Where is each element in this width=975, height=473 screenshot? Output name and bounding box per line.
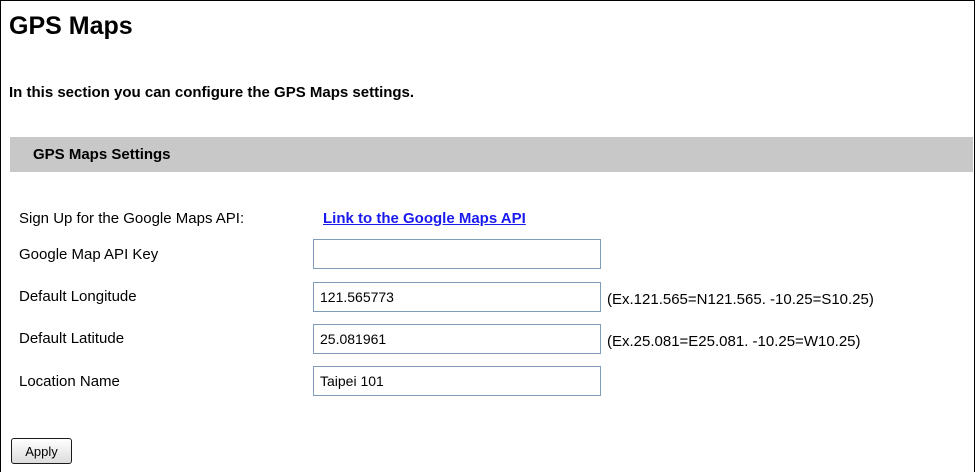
latitude-label: Default Latitude	[19, 330, 125, 347]
location-name-input[interactable]	[313, 366, 601, 396]
latitude-input[interactable]	[313, 324, 601, 354]
google-maps-api-link[interactable]: Link to the Google Maps API	[323, 210, 526, 227]
api-key-input[interactable]	[313, 239, 601, 269]
page-description: In this section you can configure the GP…	[9, 84, 415, 101]
latitude-hint: (Ex.25.081=E25.081. -10.25=W10.25)	[607, 333, 861, 350]
location-name-label: Location Name	[19, 373, 120, 390]
section-header: GPS Maps Settings	[10, 137, 973, 172]
apply-button[interactable]: Apply	[11, 438, 72, 464]
signup-label: Sign Up for the Google Maps API:	[19, 210, 245, 227]
page-title: GPS Maps	[9, 12, 133, 40]
longitude-hint: (Ex.121.565=N121.565. -10.25=S10.25)	[607, 291, 874, 308]
api-key-label: Google Map API Key	[19, 246, 159, 263]
longitude-input[interactable]	[313, 282, 601, 312]
section-title: GPS Maps Settings	[33, 146, 171, 163]
page-frame	[0, 0, 975, 472]
longitude-label: Default Longitude	[19, 288, 137, 305]
